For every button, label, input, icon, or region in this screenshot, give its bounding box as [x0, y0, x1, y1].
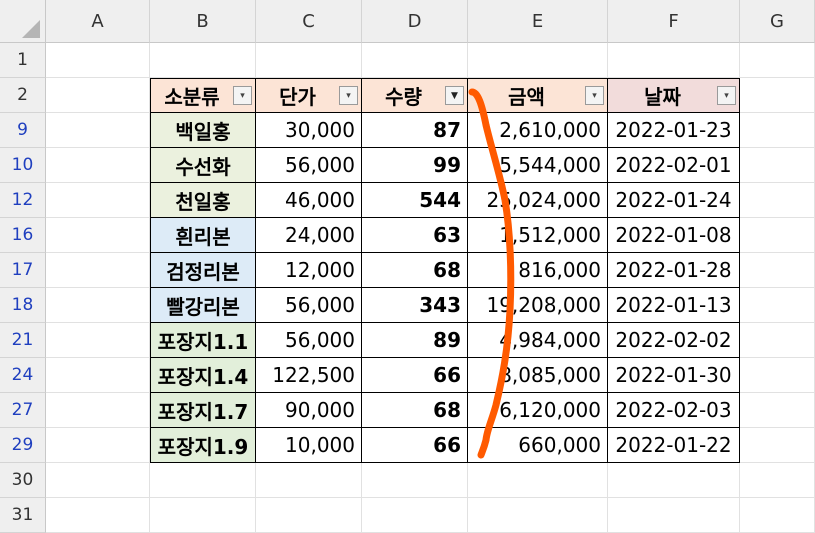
annotation-stroke: [468, 88, 515, 459]
annotation-stroke-path: [468, 88, 515, 459]
